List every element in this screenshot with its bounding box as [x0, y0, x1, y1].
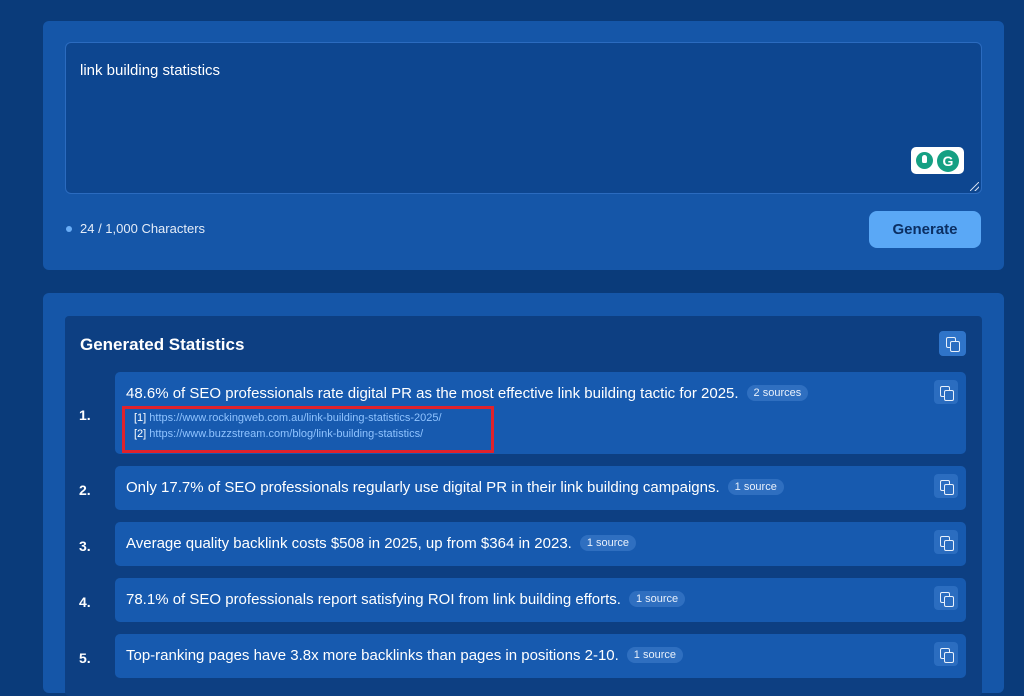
- stat-text-content: 78.1% of SEO professionals report satisf…: [126, 591, 621, 608]
- copy-icon: [939, 535, 954, 551]
- copy-stat-button[interactable]: [934, 586, 958, 610]
- stat-card: Top-ranking pages have 3.8x more backlin…: [115, 634, 966, 678]
- stat-text-content: Top-ranking pages have 3.8x more backlin…: [126, 647, 619, 664]
- copy-all-button[interactable]: [939, 331, 966, 356]
- copy-icon: [939, 479, 954, 495]
- grammarly-icon: G: [937, 149, 959, 172]
- resize-handle-icon[interactable]: [970, 182, 979, 191]
- results-card: Generated Statistics 1. 48.6% of SEO pro…: [43, 293, 1004, 696]
- stat-card: Only 17.7% of SEO professionals regularl…: [115, 466, 966, 510]
- copy-stat-button[interactable]: [934, 380, 958, 404]
- stat-text: 78.1% of SEO professionals report satisf…: [126, 591, 686, 608]
- source-line: [1] https://www.rockingweb.com.au/link-b…: [134, 412, 442, 424]
- results-panel: Generated Statistics 1. 48.6% of SEO pro…: [65, 316, 982, 696]
- prompt-textarea[interactable]: link building statistics G: [65, 42, 982, 194]
- copy-icon: [946, 337, 960, 352]
- stat-text: Average quality backlink costs $508 in 2…: [126, 535, 637, 552]
- stat-text-content: Only 17.7% of SEO professionals regularl…: [126, 479, 720, 496]
- status-dot-icon: [66, 225, 72, 232]
- stat-text: 48.6% of SEO professionals rate digital …: [126, 385, 809, 402]
- stat-text-content: Average quality backlink costs $508 in 2…: [126, 535, 572, 552]
- grammarly-widget[interactable]: G: [911, 147, 964, 174]
- stat-number: 2.: [79, 482, 91, 498]
- copy-stat-button[interactable]: [934, 642, 958, 666]
- stat-card: Average quality backlink costs $508 in 2…: [115, 522, 966, 566]
- stat-card: 48.6% of SEO professionals rate digital …: [115, 372, 966, 454]
- source-link[interactable]: https://www.rockingweb.com.au/link-build…: [149, 412, 441, 424]
- stat-text-content: 48.6% of SEO professionals rate digital …: [126, 385, 739, 402]
- generate-button[interactable]: Generate: [869, 211, 981, 248]
- source-link[interactable]: https://www.buzzstream.com/blog/link-bui…: [149, 428, 423, 440]
- copy-stat-button[interactable]: [934, 474, 958, 498]
- stat-card: 78.1% of SEO professionals report satisf…: [115, 578, 966, 622]
- source-line: [2] https://www.buzzstream.com/blog/link…: [134, 428, 423, 440]
- source-badge[interactable]: 2 sources: [746, 385, 809, 401]
- stat-number: 4.: [79, 594, 91, 610]
- source-badge[interactable]: 1 source: [727, 479, 784, 495]
- character-count-text: 24 / 1,000 Characters: [80, 221, 206, 236]
- source-badge[interactable]: 1 source: [628, 591, 686, 607]
- results-title: Generated Statistics: [80, 335, 245, 354]
- stat-text: Only 17.7% of SEO professionals regularl…: [126, 479, 784, 496]
- source-badge[interactable]: 1 source: [626, 647, 683, 663]
- source-index: [2]: [134, 428, 147, 440]
- stat-number: 1.: [79, 407, 91, 423]
- source-badge[interactable]: 1 source: [579, 535, 637, 551]
- lightbulb-icon: [916, 152, 933, 169]
- stat-text: Top-ranking pages have 3.8x more backlin…: [126, 647, 683, 664]
- prompt-text: link building statistics: [80, 62, 221, 79]
- copy-stat-button[interactable]: [934, 530, 958, 554]
- copy-icon: [939, 385, 954, 401]
- source-index: [1]: [134, 412, 147, 424]
- prompt-card: link building statistics G 24 / 1,000 Ch…: [43, 21, 1004, 270]
- stat-number: 5.: [79, 650, 91, 666]
- character-counter: 24 / 1,000 Characters: [66, 221, 205, 236]
- stat-number: 3.: [79, 538, 91, 554]
- copy-icon: [939, 591, 954, 607]
- sources-highlight-box: [1] https://www.rockingweb.com.au/link-b…: [122, 406, 494, 453]
- copy-icon: [939, 647, 954, 663]
